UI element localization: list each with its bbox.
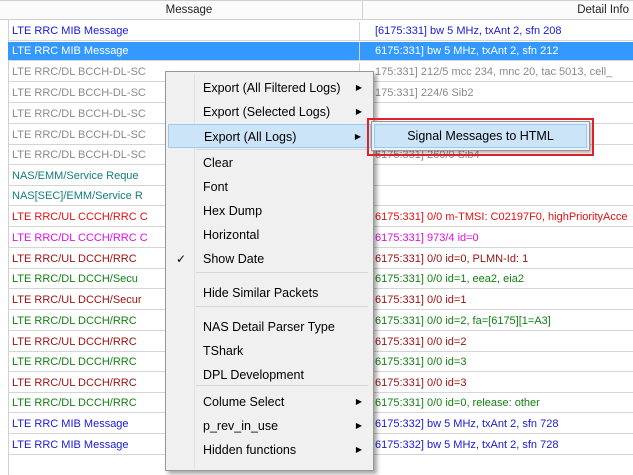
menu-item-colume-select[interactable]: Colume Select ▶ [168, 390, 371, 414]
menu-item-tshark[interactable]: TShark [168, 339, 371, 363]
table-header: Message Detail Info [0, 0, 633, 20]
detail-cell: 6175:331] 0/0 id=3 [375, 356, 467, 368]
menu-item-export-all-logs[interactable]: Export (All Logs) ▶ [168, 124, 371, 148]
export-submenu: Signal Messages to HTML [371, 121, 590, 151]
submenu-arrow-icon: ▶ [355, 397, 362, 406]
menu-item-label: DPL Development [203, 368, 304, 382]
detail-cell: 175:331] 212/5 mcc 234, mnc 20, tac 5013… [375, 66, 613, 78]
menu-item-label: p_rev_in_use [203, 419, 279, 433]
detail-cell: 6175:332] bw 5 MHz, txAnt 2, sfn 728 [375, 439, 559, 451]
submenu-arrow-icon: ▶ [355, 83, 362, 92]
column-header-message[interactable]: Message [16, 1, 363, 20]
submenu-arrow-icon: ▶ [355, 107, 362, 116]
menu-item-export-selected-logs[interactable]: Export (Selected Logs) ▶ [168, 100, 371, 124]
menu-item-label: Clear [203, 156, 233, 170]
detail-cell: 175:331] 224/6 Sib2 [375, 87, 474, 99]
menu-item-show-date[interactable]: ✓ Show Date [168, 247, 371, 271]
table-row[interactable]: LTE RRC MIB Message 6175:331] bw 5 MHz, t… [8, 42, 633, 61]
submenu-arrow-icon: ▶ [355, 421, 362, 430]
column-header-detail[interactable]: Detail Info [363, 1, 633, 20]
detail-cell: 6175:331] 973/4 id=0 [375, 232, 479, 244]
menu-item-hide-similar-packets[interactable]: Hide Similar Packets [168, 281, 371, 305]
menu-separator [196, 149, 368, 150]
menu-item-dpl-development[interactable]: DPL Development [168, 363, 371, 387]
detail-cell: 6175:331] 0/0 id=3 [375, 377, 467, 389]
message-cell: LTE RRC MIB Message [10, 42, 360, 60]
detail-cell: [6175:331] bw 5 MHz, txAnt 2, sfn 208 [375, 25, 562, 37]
menu-item-font[interactable]: Font [168, 175, 371, 199]
detail-cell: 6175:331] 0/0 id=0, release: other [375, 397, 540, 409]
menu-item-label: Export (Selected Logs) [203, 105, 331, 119]
menu-item-hex-dump[interactable]: Hex Dump [168, 199, 371, 223]
detail-cell: 6175:332] bw 5 MHz, txAnt 2, sfn 728 [375, 418, 559, 430]
menu-item-label: Hex Dump [203, 204, 263, 218]
menu-item-label: Font [203, 180, 229, 194]
menu-item-clear[interactable]: Clear [168, 151, 371, 175]
detail-cell: 6175:331] 0/0 id=1, eea2, eia2 [375, 273, 524, 285]
menu-item-label: Export (All Logs) [204, 130, 297, 144]
menu-item-export-all-filtered-logs[interactable]: Export (All Filtered Logs) ▶ [168, 76, 371, 100]
detail-cell: 6175:331] 0/0 id=1 [375, 294, 467, 306]
menu-separator [196, 272, 368, 273]
menu-item-p-rev-in-use[interactable]: p_rev_in_use ▶ [168, 414, 371, 438]
context-menu: Export (All Filtered Logs) ▶ Export (Selec… [165, 71, 374, 471]
detail-cell [371, 167, 633, 185]
menu-item-label: NAS Detail Parser Type [203, 320, 335, 334]
menu-item-label: Show Date [203, 252, 265, 266]
menu-item-nas-detail-parser-type[interactable]: NAS Detail Parser Type [168, 315, 371, 339]
detail-cell: 6175:331] 0/0 id=2, fa=[6175][1=A3] [375, 315, 551, 327]
menu-item-horizontal[interactable]: Horizontal [168, 223, 371, 247]
submenu-arrow-icon: ▶ [354, 132, 361, 141]
menu-separator [196, 306, 368, 307]
submenu-arrow-icon: ▶ [355, 445, 362, 454]
submenu-item-signal-messages-to-html[interactable]: Signal Messages to HTML [374, 124, 587, 148]
detail-cell [371, 187, 633, 205]
detail-cell: 6175:331] 0/0 m-TMSI: C02197F0, highPrio… [375, 211, 628, 223]
menu-item-label: Export (All Filtered Logs) [203, 81, 341, 95]
menu-item-label: Colume Select [203, 395, 285, 409]
detail-cell: 6175:331] 0/0 id=2 [375, 336, 467, 348]
menu-item-label: TShark [203, 344, 244, 358]
menu-item-label: Horizontal [203, 228, 260, 242]
menu-item-label: Hide Similar Packets [203, 286, 319, 300]
message-cell: LTE RRC MIB Message [10, 22, 360, 40]
detail-cell: 6175:331] bw 5 MHz, txAnt 2, sfn 212 [375, 45, 559, 57]
menu-item-hidden-functions[interactable]: Hidden functions ▶ [168, 438, 371, 462]
menu-item-label: Hidden functions [203, 443, 297, 457]
detail-cell: 6175:331] 0/0 id=0, PLMN-Id: 1 [375, 253, 529, 265]
checkmark-icon: ✓ [176, 252, 187, 266]
table-row[interactable]: LTE RRC MIB Message [6175:331] bw 5 MHz, … [8, 22, 633, 41]
